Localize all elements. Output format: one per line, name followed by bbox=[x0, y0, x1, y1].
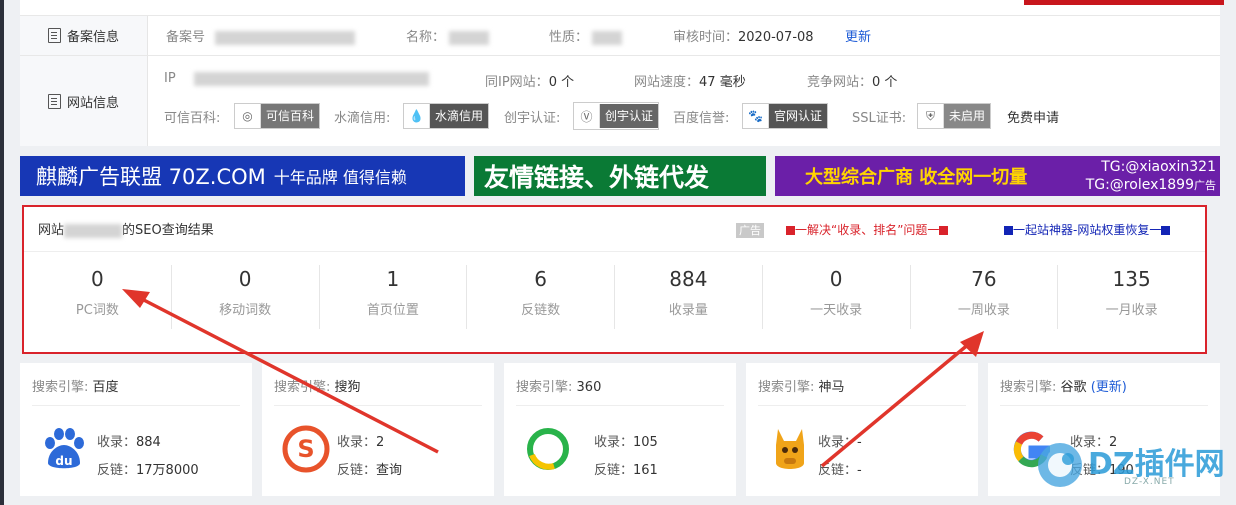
engine-card-360: 搜索引擎: 360 收录：105 反链：161 bbox=[504, 363, 736, 496]
ssl-apply-link[interactable]: 免费申请 bbox=[1007, 107, 1059, 126]
promo-link-red[interactable]: 一解决“收录、排名”问题一 bbox=[786, 221, 949, 238]
chuangyu-label: 创宇认证: bbox=[504, 111, 561, 126]
beian-row-label: 备案信息 bbox=[20, 15, 148, 55]
stat-backlinks: 6 反链数 bbox=[467, 265, 615, 329]
water-drop-icon: 💧 bbox=[404, 104, 430, 128]
watermark: DZ插件网 DZ-X.NET bbox=[1034, 437, 1225, 493]
engine-card-baidu: 搜索引擎: 百度 du 收录：884 反链：17万8000 bbox=[20, 363, 252, 496]
engine-header: 搜索引擎: 百度 bbox=[32, 376, 240, 406]
ad-contact: TG:@xiaoxin321 TG:@rolex1899广告 bbox=[1085, 159, 1216, 193]
engine-info: 收录：- 反链：- bbox=[818, 435, 862, 478]
watermark-logo-icon bbox=[1038, 443, 1082, 487]
top-red-button[interactable] bbox=[1024, 0, 1224, 5]
ad-banner-links[interactable]: 友情链接、外链代发 bbox=[474, 156, 766, 196]
seo-stats: 0 PC词数 0 移动词数 1 首页位置 6 反链数 884 收录量 0 一天收录 76 一周… bbox=[24, 265, 1205, 329]
kexin-badge[interactable]: ◎ 可信百科 bbox=[234, 103, 321, 129]
engine-info: 收录：105 反链：161 bbox=[594, 435, 658, 478]
engine-header: 搜索引擎: 谷歌 (更新) bbox=[1000, 376, 1208, 406]
engine-card-sogou: 搜索引擎: 搜狗 S 收录：2 反链：查询 bbox=[262, 363, 494, 496]
blurred-value bbox=[592, 30, 623, 45]
baidu-badge[interactable]: 🐾 官网认证 bbox=[742, 103, 829, 129]
beian-no: 备案号 bbox=[166, 26, 356, 45]
stat-homepage-position: 1 首页位置 bbox=[320, 265, 468, 329]
stat-month-indexed: 135 一月收录 bbox=[1105, 267, 1158, 318]
ad-tag: 广告 bbox=[736, 223, 764, 238]
document-icon bbox=[47, 27, 61, 43]
divider bbox=[20, 15, 1220, 16]
svg-text:du: du bbox=[55, 454, 72, 468]
ad-banner-qilin[interactable]: 麒麟广告联盟 70Z.COM 十年品牌 值得信赖 bbox=[20, 156, 465, 196]
same-ip-sites: 同IP网站：0 个 bbox=[485, 75, 575, 90]
blurred-value bbox=[193, 71, 429, 86]
site-name: 名称： bbox=[406, 26, 490, 45]
engine-info: 收录：884 反链：17万8000 bbox=[97, 435, 199, 478]
360-icon bbox=[527, 428, 569, 470]
shield-icon: ◎ bbox=[235, 104, 261, 128]
ad-banner-traffic[interactable]: 大型综合广商 收全网一切量 TG:@xiaoxin321 TG:@rolex18… bbox=[775, 156, 1220, 196]
review-time: 审核时间：2020-07-08 bbox=[673, 30, 814, 45]
ssl-shield-icon: ⛨ bbox=[918, 104, 944, 128]
divider bbox=[20, 55, 1220, 56]
ssl-label: SSL证书: bbox=[852, 111, 907, 126]
update-link[interactable]: 更新 bbox=[845, 26, 871, 45]
engine-card-shenma: 搜索引擎: 神马 收录：- 反链：- bbox=[746, 363, 978, 496]
baidu-label: 百度信誉: bbox=[673, 111, 730, 126]
beian-label: 备案信息 bbox=[66, 29, 119, 45]
engine-info: 收录：2 反链：查询 bbox=[337, 435, 403, 478]
shuidi-badge[interactable]: 💧 水滴信用 bbox=[403, 103, 490, 129]
watermark-sub: DZ-X.NET bbox=[1124, 477, 1175, 487]
blurred-value bbox=[64, 223, 123, 238]
list-icon bbox=[47, 93, 61, 109]
blurred-value bbox=[215, 30, 356, 45]
svg-text:S: S bbox=[297, 435, 314, 463]
site-speed: 网站速度：47 毫秒 bbox=[634, 75, 746, 90]
stat-indexed: 884 收录量 bbox=[615, 265, 763, 329]
shuidi-label: 水滴信用: bbox=[334, 111, 391, 126]
site-nature: 性质： bbox=[549, 26, 623, 45]
paw-icon: 🐾 bbox=[743, 104, 769, 128]
kexin-label: 可信百科: bbox=[164, 111, 221, 126]
site-info-card: 备案信息 备案号 名称： 性质： 审核时间：2020-07-08 更新 网站信息… bbox=[20, 0, 1224, 146]
sogou-icon: S bbox=[282, 425, 330, 473]
divider bbox=[24, 251, 1205, 252]
promo-link-blue[interactable]: 一起站神器-网站权重恢复一 bbox=[1004, 221, 1171, 238]
ssl-badge[interactable]: ⛨ 未启用 bbox=[917, 103, 992, 129]
engine-header: 搜索引擎: 神马 bbox=[758, 376, 966, 406]
google-update-link[interactable]: (更新) bbox=[1091, 380, 1127, 395]
seo-title: 网站 的SEO查询结果 bbox=[38, 223, 214, 238]
engine-header: 搜索引擎: 搜狗 bbox=[274, 376, 482, 406]
site-label: 网站信息 bbox=[66, 95, 119, 111]
baidu-paw-icon: du bbox=[45, 428, 84, 469]
ip-field: IP bbox=[164, 71, 429, 86]
competitor-sites: 竞争网站：0 个 bbox=[807, 75, 898, 90]
chuangyu-badge[interactable]: Ⓥ 创宇认证 bbox=[573, 102, 660, 130]
verified-v-icon: Ⓥ bbox=[574, 104, 600, 128]
shenma-horse-icon bbox=[776, 429, 804, 469]
engine-header: 搜索引擎: 360 bbox=[516, 376, 724, 406]
left-edge-bar bbox=[0, 0, 4, 505]
stat-week-indexed: 76 一周收录 bbox=[911, 265, 1059, 329]
stat-mobile-words: 0 移动词数 bbox=[172, 265, 320, 329]
stat-pc-words: 0 PC词数 bbox=[24, 265, 172, 329]
seo-result-panel: 网站 的SEO查询结果 广告 一解决“收录、排名”问题一 一起站神器-网站权重恢复… bbox=[22, 205, 1207, 354]
site-row-label: 网站信息 bbox=[20, 56, 148, 146]
blurred-value bbox=[449, 30, 490, 45]
stat-day-indexed: 0 一天收录 bbox=[763, 265, 911, 329]
